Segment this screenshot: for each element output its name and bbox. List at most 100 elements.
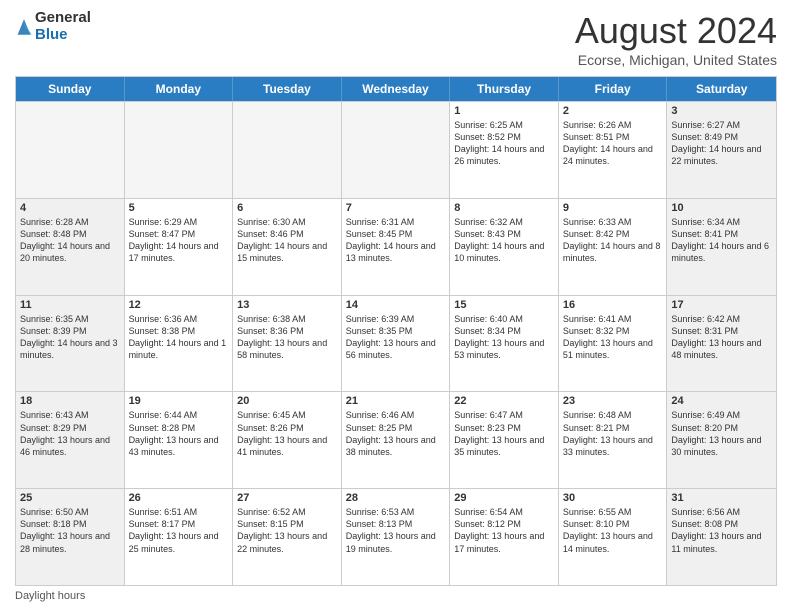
week-row-1: 1 Sunrise: 6:25 AM Sunset: 8:52 PM Daylig… — [16, 101, 776, 198]
empty-cell-w0-d2 — [233, 102, 342, 198]
day-cell-30: 30 Sunrise: 6:55 AM Sunset: 8:10 PM Dayli… — [559, 489, 668, 585]
day-number-31: 31 — [671, 492, 772, 504]
empty-cell-w0-d1 — [125, 102, 234, 198]
title-section: August 2024 Ecorse, Michigan, United Sta… — [575, 10, 777, 68]
day-info-7: Sunrise: 6:31 AM Sunset: 8:45 PM Dayligh… — [346, 216, 446, 265]
day-number-12: 12 — [129, 299, 229, 311]
day-cell-8: 8 Sunrise: 6:32 AM Sunset: 8:43 PM Daylig… — [450, 199, 559, 295]
day-cell-2: 2 Sunrise: 6:26 AM Sunset: 8:51 PM Daylig… — [559, 102, 668, 198]
day-info-28: Sunrise: 6:53 AM Sunset: 8:13 PM Dayligh… — [346, 506, 446, 555]
day-number-13: 13 — [237, 299, 337, 311]
day-info-23: Sunrise: 6:48 AM Sunset: 8:21 PM Dayligh… — [563, 409, 663, 458]
day-number-3: 3 — [671, 105, 772, 117]
day-number-1: 1 — [454, 105, 554, 117]
day-cell-9: 9Sunrise: 6:33 AM Sunset: 8:42 PM Daylig… — [559, 199, 668, 295]
day-info-14: Sunrise: 6:39 AM Sunset: 8:35 PM Dayligh… — [346, 313, 446, 362]
day-cell-23: 23 Sunrise: 6:48 AM Sunset: 8:21 PM Dayli… — [559, 392, 668, 488]
day-number-17: 17 — [671, 299, 772, 311]
day-info-22: Sunrise: 6:47 AM Sunset: 8:23 PM Dayligh… — [454, 409, 554, 458]
day-info-8: Sunrise: 6:32 AM Sunset: 8:43 PM Dayligh… — [454, 216, 554, 265]
day-info-10: Sunrise: 6:34 AM Sunset: 8:41 PM Dayligh… — [671, 216, 772, 265]
logo-icon — [15, 15, 33, 39]
header-day-monday: Monday — [125, 77, 234, 101]
week-row-4: 18Sunrise: 6:43 AM Sunset: 8:29 PM Dayli… — [16, 391, 776, 488]
day-info-30: Sunrise: 6:55 AM Sunset: 8:10 PM Dayligh… — [563, 506, 663, 555]
day-cell-17: 17 Sunrise: 6:42 AM Sunset: 8:31 PM Dayli… — [667, 296, 776, 392]
day-number-15: 15 — [454, 299, 554, 311]
day-info-24: Sunrise: 6:49 AM Sunset: 8:20 PM Dayligh… — [671, 409, 772, 458]
day-cell-31: 31 Sunrise: 6:56 AM Sunset: 8:08 PM Dayli… — [667, 489, 776, 585]
day-cell-7: 7 Sunrise: 6:31 AM Sunset: 8:45 PM Daylig… — [342, 199, 451, 295]
day-cell-11: 11 Sunrise: 6:35 AM Sunset: 8:39 PM Dayli… — [16, 296, 125, 392]
day-cell-24: 24 Sunrise: 6:49 AM Sunset: 8:20 PM Dayli… — [667, 392, 776, 488]
header-day-tuesday: Tuesday — [233, 77, 342, 101]
location-title: Ecorse, Michigan, United States — [575, 52, 777, 68]
header-day-wednesday: Wednesday — [342, 77, 451, 101]
day-cell-22: 22Sunrise: 6:47 AM Sunset: 8:23 PM Dayli… — [450, 392, 559, 488]
empty-cell-w0-d3 — [342, 102, 451, 198]
day-info-2: Sunrise: 6:26 AM Sunset: 8:51 PM Dayligh… — [563, 119, 663, 168]
day-cell-13: 13 Sunrise: 6:38 AM Sunset: 8:36 PM Dayli… — [233, 296, 342, 392]
day-cell-1: 1 Sunrise: 6:25 AM Sunset: 8:52 PM Daylig… — [450, 102, 559, 198]
day-cell-28: 28 Sunrise: 6:53 AM Sunset: 8:13 PM Dayli… — [342, 489, 451, 585]
day-number-2: 2 — [563, 105, 663, 117]
header-day-sunday: Sunday — [16, 77, 125, 101]
day-number-5: 5 — [129, 202, 229, 214]
logo-text: General Blue — [35, 10, 91, 43]
day-info-17: Sunrise: 6:42 AM Sunset: 8:31 PM Dayligh… — [671, 313, 772, 362]
day-info-16: Sunrise: 6:41 AM Sunset: 8:32 PM Dayligh… — [563, 313, 663, 362]
day-info-27: Sunrise: 6:52 AM Sunset: 8:15 PM Dayligh… — [237, 506, 337, 555]
day-number-16: 16 — [563, 299, 663, 311]
day-cell-29: 29Sunrise: 6:54 AM Sunset: 8:12 PM Dayli… — [450, 489, 559, 585]
day-cell-25: 25Sunrise: 6:50 AM Sunset: 8:18 PM Dayli… — [16, 489, 125, 585]
day-cell-16: 16 Sunrise: 6:41 AM Sunset: 8:32 PM Dayli… — [559, 296, 668, 392]
day-number-21: 21 — [346, 395, 446, 407]
day-number-24: 24 — [671, 395, 772, 407]
footer-text: Daylight hours — [15, 590, 85, 602]
day-cell-20: 20Sunrise: 6:45 AM Sunset: 8:26 PM Dayli… — [233, 392, 342, 488]
logo-blue-text: Blue — [35, 27, 91, 44]
day-number-4: 4 — [20, 202, 120, 214]
day-number-18: 18 — [20, 395, 120, 407]
day-info-1: Sunrise: 6:25 AM Sunset: 8:52 PM Dayligh… — [454, 119, 554, 168]
day-info-5: Sunrise: 6:29 AM Sunset: 8:47 PM Dayligh… — [129, 216, 229, 265]
day-info-25: Sunrise: 6:50 AM Sunset: 8:18 PM Dayligh… — [20, 506, 120, 555]
calendar-body: 1 Sunrise: 6:25 AM Sunset: 8:52 PM Daylig… — [16, 101, 776, 585]
day-info-15: Sunrise: 6:40 AM Sunset: 8:34 PM Dayligh… — [454, 313, 554, 362]
day-info-4: Sunrise: 6:28 AM Sunset: 8:48 PM Dayligh… — [20, 216, 120, 265]
footer: Daylight hours — [15, 590, 777, 602]
day-cell-5: 5 Sunrise: 6:29 AM Sunset: 8:47 PM Daylig… — [125, 199, 234, 295]
day-number-8: 8 — [454, 202, 554, 214]
day-number-6: 6 — [237, 202, 337, 214]
week-row-3: 11 Sunrise: 6:35 AM Sunset: 8:39 PM Dayli… — [16, 295, 776, 392]
day-number-19: 19 — [129, 395, 229, 407]
day-cell-26: 26Sunrise: 6:51 AM Sunset: 8:17 PM Dayli… — [125, 489, 234, 585]
calendar: SundayMondayTuesdayWednesdayThursdayFrid… — [15, 76, 777, 586]
logo-general-text: General — [35, 10, 91, 27]
page: General Blue August 2024 Ecorse, Michiga… — [0, 0, 792, 612]
day-cell-21: 21 Sunrise: 6:46 AM Sunset: 8:25 PM Dayli… — [342, 392, 451, 488]
day-info-6: Sunrise: 6:30 AM Sunset: 8:46 PM Dayligh… — [237, 216, 337, 265]
header-day-friday: Friday — [559, 77, 668, 101]
day-number-28: 28 — [346, 492, 446, 504]
day-info-20: Sunrise: 6:45 AM Sunset: 8:26 PM Dayligh… — [237, 409, 337, 458]
day-info-31: Sunrise: 6:56 AM Sunset: 8:08 PM Dayligh… — [671, 506, 772, 555]
day-info-29: Sunrise: 6:54 AM Sunset: 8:12 PM Dayligh… — [454, 506, 554, 555]
day-info-11: Sunrise: 6:35 AM Sunset: 8:39 PM Dayligh… — [20, 313, 120, 362]
day-info-21: Sunrise: 6:46 AM Sunset: 8:25 PM Dayligh… — [346, 409, 446, 458]
day-number-27: 27 — [237, 492, 337, 504]
day-number-11: 11 — [20, 299, 120, 311]
day-info-12: Sunrise: 6:36 AM Sunset: 8:38 PM Dayligh… — [129, 313, 229, 362]
day-cell-6: 6 Sunrise: 6:30 AM Sunset: 8:46 PM Daylig… — [233, 199, 342, 295]
day-cell-18: 18Sunrise: 6:43 AM Sunset: 8:29 PM Dayli… — [16, 392, 125, 488]
calendar-header: SundayMondayTuesdayWednesdayThursdayFrid… — [16, 77, 776, 101]
day-info-13: Sunrise: 6:38 AM Sunset: 8:36 PM Dayligh… — [237, 313, 337, 362]
day-cell-19: 19Sunrise: 6:44 AM Sunset: 8:28 PM Dayli… — [125, 392, 234, 488]
day-number-7: 7 — [346, 202, 446, 214]
day-info-9: Sunrise: 6:33 AM Sunset: 8:42 PM Dayligh… — [563, 216, 663, 265]
day-cell-27: 27 Sunrise: 6:52 AM Sunset: 8:15 PM Dayli… — [233, 489, 342, 585]
day-number-30: 30 — [563, 492, 663, 504]
empty-cell-w0-d0 — [16, 102, 125, 198]
day-number-23: 23 — [563, 395, 663, 407]
day-number-14: 14 — [346, 299, 446, 311]
